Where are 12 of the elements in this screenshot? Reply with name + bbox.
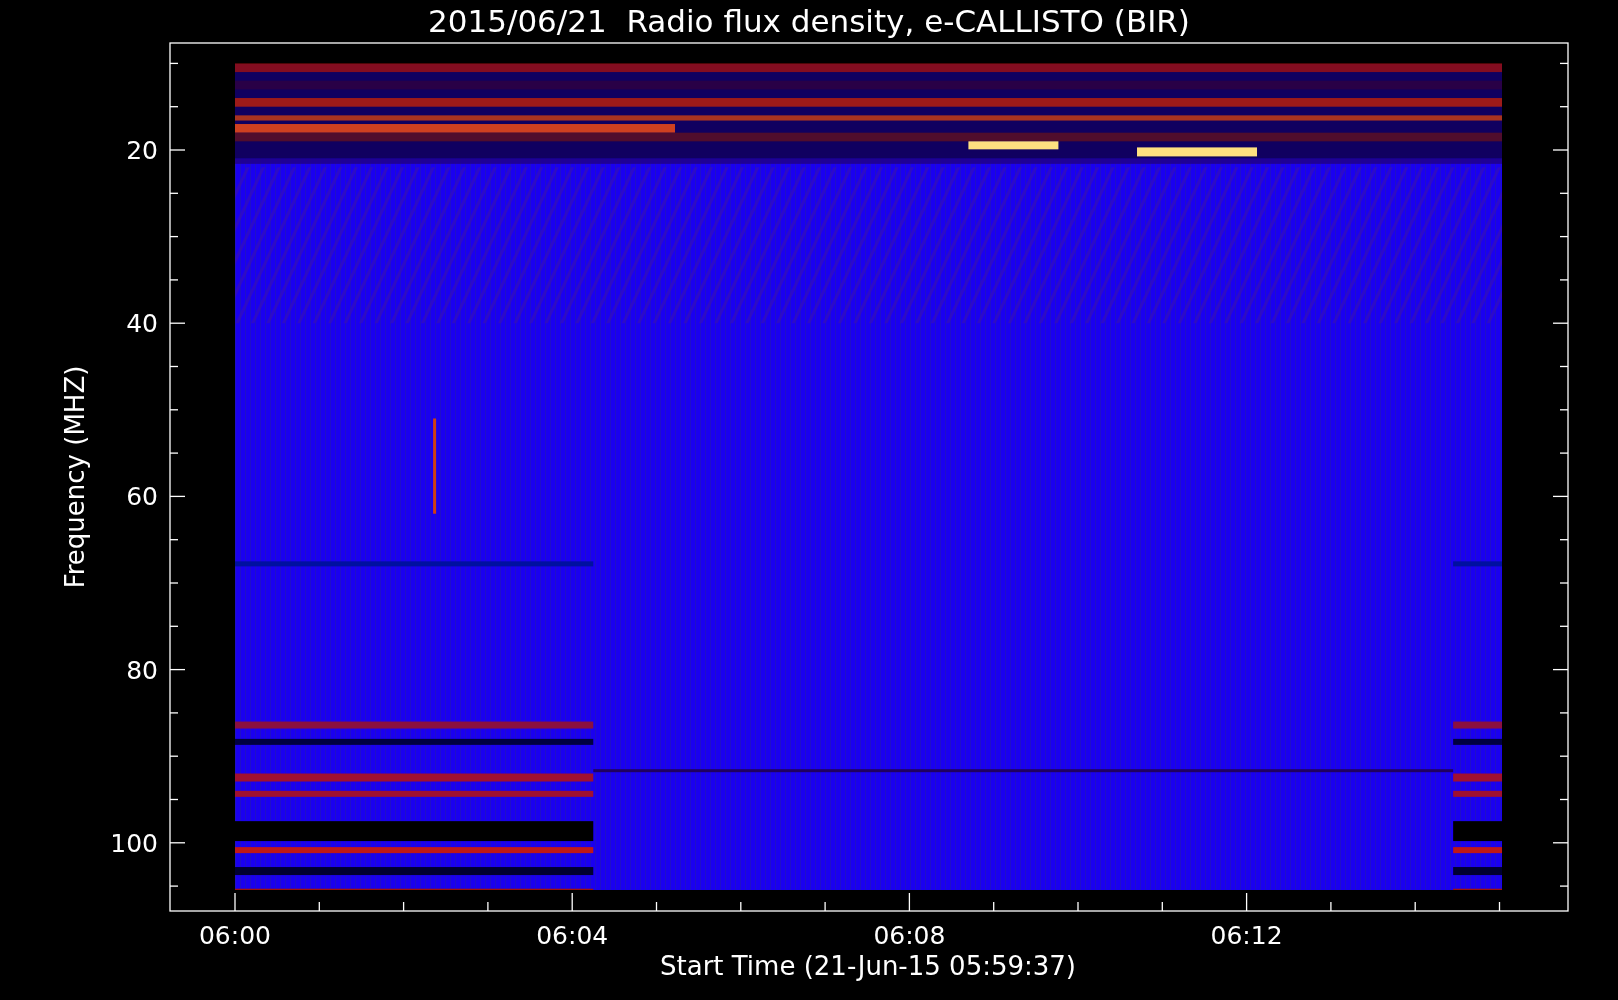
x-tick-label: 06:08 xyxy=(873,921,946,950)
y-tick-label: 100 xyxy=(110,828,158,858)
y-tick-label: 60 xyxy=(126,482,158,512)
chart-title: 2015/06/21 Radio flux density, e-CALLISTO (BIR) xyxy=(428,3,1190,39)
y-axis-label: Frequency (MHZ) xyxy=(60,365,90,589)
y-tick-label: 80 xyxy=(126,655,158,685)
x-tick-label: 06:00 xyxy=(199,921,271,950)
y-tick-label: 40 xyxy=(126,309,158,339)
x-tick-label: 06:04 xyxy=(536,921,609,950)
x-axis-label: Start Time (21-Jun-15 05:59:37) xyxy=(660,951,1076,981)
y-tick-label: 20 xyxy=(126,136,158,165)
x-tick-label: 06:12 xyxy=(1210,921,1283,950)
